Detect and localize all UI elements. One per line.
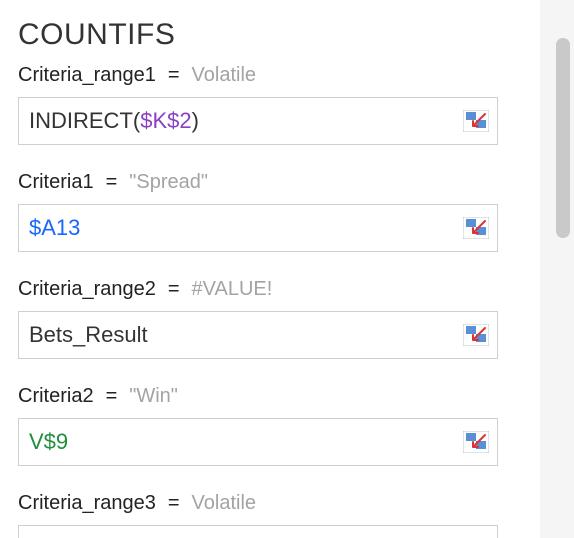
argument-block: Criteria1 = "Spread" $A13: [18, 165, 540, 268]
function-name-title: COUNTIFS: [18, 18, 540, 52]
formula-token: V$9: [29, 429, 68, 455]
argument-block: Criteria_range2 = #VALUE! Bets_Result: [18, 272, 540, 375]
argument-label: Criteria2: [18, 385, 94, 408]
argument-header: Criteria1 = "Spread": [18, 165, 540, 204]
formula-token: (: [133, 108, 140, 134]
argument-result: "Win": [129, 385, 178, 408]
argument-result: "Spread": [129, 171, 208, 194]
argument-label: Criteria_range2: [18, 278, 156, 301]
formula-token: ): [192, 108, 199, 134]
arguments-list: Criteria_range1=VolatileINDIRECT($K$2)Cr…: [18, 58, 540, 538]
scrollbar-thumb[interactable]: [556, 38, 570, 238]
range-reference-icon[interactable]: [463, 431, 489, 453]
formula-token: INDIRECT: [29, 108, 133, 134]
argument-input-text[interactable]: INDIRECT($K$2): [29, 108, 457, 134]
argument-label: Criteria1: [18, 171, 94, 194]
argument-block: Criteria_range3 = Volatile INDIRECT($K$4): [18, 486, 540, 538]
argument-input[interactable]: V$9: [18, 418, 498, 466]
argument-result: Volatile: [192, 64, 257, 87]
argument-result: #VALUE!: [192, 278, 273, 301]
argument-input-text[interactable]: V$9: [29, 429, 457, 455]
argument-header: Criteria_range2 = #VALUE!: [18, 272, 540, 311]
argument-header: Criteria2 = "Win": [18, 379, 540, 418]
argument-header: Criteria_range3 = Volatile: [18, 486, 540, 525]
equals-sign: =: [106, 171, 118, 194]
range-reference-icon[interactable]: [463, 217, 489, 239]
range-reference-icon[interactable]: [463, 324, 489, 346]
equals-sign: =: [168, 278, 180, 301]
argument-result: Volatile: [192, 492, 257, 515]
formula-token: $A13: [29, 215, 80, 241]
range-reference-icon[interactable]: [463, 110, 489, 132]
argument-input-text[interactable]: Bets_Result: [29, 322, 457, 348]
argument-block: Criteria_range1 = Volatile INDIRECT($K$2): [18, 58, 540, 161]
argument-label: Criteria_range3: [18, 492, 156, 515]
argument-input[interactable]: INDIRECT($K$2): [18, 97, 498, 145]
equals-sign: =: [168, 492, 180, 515]
equals-sign: =: [168, 64, 180, 87]
equals-sign: =: [106, 385, 118, 408]
formula-token: Bets_Result: [29, 322, 148, 348]
argument-input-text[interactable]: $A13: [29, 215, 457, 241]
formula-token: $K$2: [140, 108, 191, 134]
argument-header: Criteria_range1 = Volatile: [18, 58, 540, 97]
argument-input[interactable]: INDIRECT($K$4): [18, 525, 498, 538]
argument-input[interactable]: $A13: [18, 204, 498, 252]
function-arguments-dialog: COUNTIFS Criteria_range1 = Volatile INDIREC…: [0, 0, 540, 538]
argument-block: Criteria2 = "Win" V$9: [18, 379, 540, 482]
argument-label: Criteria_range1: [18, 64, 156, 87]
argument-input[interactable]: Bets_Result: [18, 311, 498, 359]
